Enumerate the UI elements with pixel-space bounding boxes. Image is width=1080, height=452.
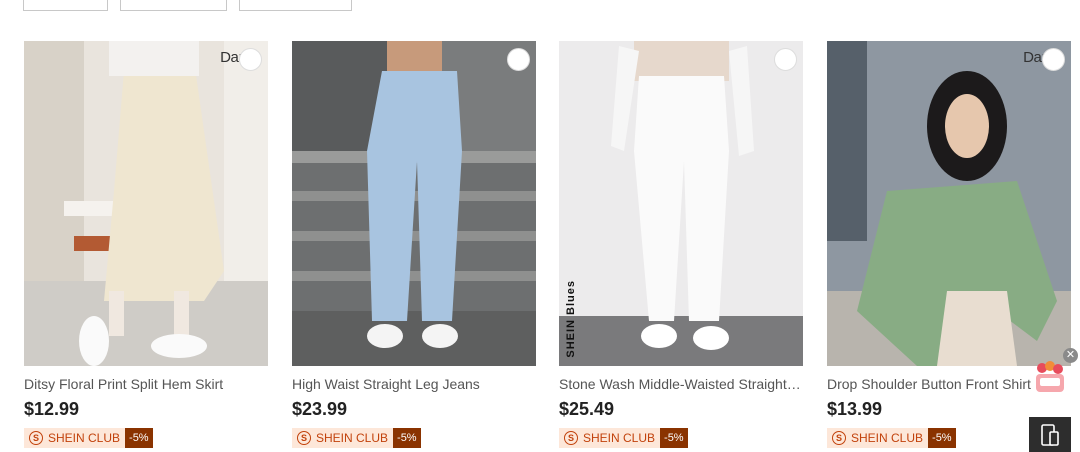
discount-label: -5% bbox=[928, 428, 956, 448]
discount-label: -5% bbox=[660, 428, 688, 448]
product-price: $25.49 bbox=[559, 399, 615, 419]
product-image[interactable]: Da: bbox=[24, 41, 268, 366]
shein-club-s-icon: S bbox=[29, 431, 43, 445]
product-title[interactable]: Stone Wash Middle-Waisted Straight Leg J… bbox=[559, 376, 803, 392]
product-photo-green-shirt bbox=[827, 41, 1071, 366]
product-title[interactable]: High Waist Straight Leg Jeans bbox=[292, 376, 536, 392]
product-photo-skirt bbox=[24, 41, 268, 366]
discount-label: -5% bbox=[125, 428, 153, 448]
product-image[interactable]: Da: bbox=[827, 41, 1071, 366]
product-image[interactable]: SHEIN Blues bbox=[559, 41, 803, 366]
product-photo-jeans bbox=[292, 41, 536, 366]
shein-club-badge: S SHEIN CLUB -5% bbox=[559, 428, 803, 448]
wishlist-circle-icon[interactable] bbox=[507, 48, 530, 71]
product-card[interactable]: High Waist Straight Leg Jeans $23.99 S SH… bbox=[292, 41, 536, 448]
product-photo-white-jeans bbox=[559, 41, 803, 366]
product-card[interactable]: SHEIN Blues Stone Wash Middle-Waisted St… bbox=[559, 41, 803, 448]
shein-club-badge: S SHEIN CLUB -5% bbox=[292, 428, 536, 448]
shein-club-s-icon: S bbox=[564, 431, 578, 445]
wishlist-circle-icon[interactable] bbox=[1042, 48, 1065, 71]
product-title[interactable]: Ditsy Floral Print Split Hem Skirt bbox=[24, 376, 268, 392]
shein-club-s-icon: S bbox=[832, 431, 846, 445]
shein-club-badge: S SHEIN CLUB -5% bbox=[24, 428, 268, 448]
brand-watermark: SHEIN Blues bbox=[565, 280, 577, 358]
gift-basket-icon[interactable] bbox=[1032, 360, 1068, 396]
device-icon bbox=[1041, 423, 1059, 446]
product-card[interactable]: Da: Ditsy Floral Print Split Hem Skirt $… bbox=[24, 41, 268, 448]
filter-button-1[interactable] bbox=[23, 0, 108, 11]
product-price: $23.99 bbox=[292, 399, 348, 419]
device-toggle-button[interactable] bbox=[1029, 417, 1071, 452]
club-label: SHEIN CLUB bbox=[48, 431, 121, 445]
filter-button-2[interactable] bbox=[120, 0, 227, 11]
club-label: SHEIN CLUB bbox=[583, 431, 656, 445]
wishlist-circle-icon[interactable] bbox=[774, 48, 797, 71]
wishlist-circle-icon[interactable] bbox=[239, 48, 262, 71]
discount-label: -5% bbox=[393, 428, 421, 448]
product-image[interactable] bbox=[292, 41, 536, 366]
club-label: SHEIN CLUB bbox=[316, 431, 389, 445]
club-label: SHEIN CLUB bbox=[851, 431, 924, 445]
filter-button-3[interactable] bbox=[239, 0, 352, 11]
shein-club-s-icon: S bbox=[297, 431, 311, 445]
product-price: $12.99 bbox=[24, 399, 80, 419]
